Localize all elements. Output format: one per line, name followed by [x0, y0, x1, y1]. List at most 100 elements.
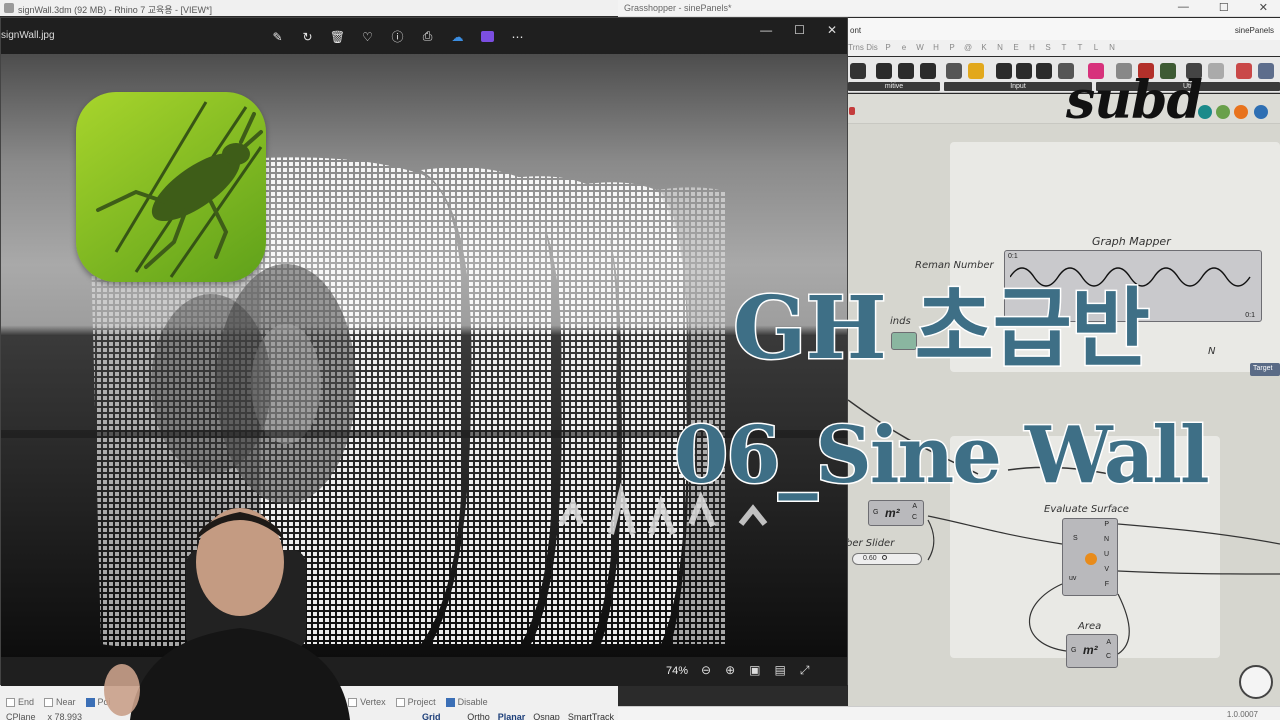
clipchamp-icon[interactable]	[479, 28, 496, 45]
graph-icon[interactable]	[968, 63, 984, 79]
tab-t2[interactable]: T	[1072, 40, 1088, 56]
tab-e[interactable]: e	[896, 40, 912, 56]
channel-brand: subd	[1066, 70, 1203, 131]
viewer-titlebar: signWall.jpg ✎ ↻ 🗑 ♡ ⓘ ⎙ ☁ ⋯ — ☐ ✕	[1, 18, 847, 54]
tab-display[interactable]: Dis	[864, 40, 880, 56]
grasshopper-title: Grasshopper - sinePanels*	[624, 3, 732, 13]
tab-p2[interactable]: P	[944, 40, 960, 56]
modeling-aids: Grid Snap Ortho Planar Osnap SmartTrack	[418, 711, 618, 720]
canvas-toolbar	[848, 94, 1280, 124]
tab-l[interactable]: L	[1088, 40, 1104, 56]
color-icon[interactable]	[1254, 105, 1268, 119]
ortho-button[interactable]: Ortho	[463, 711, 494, 720]
preview-icon[interactable]	[1258, 63, 1274, 79]
info-icon[interactable]: ⓘ	[389, 28, 406, 45]
zoom-in-icon[interactable]: ⊕	[725, 663, 735, 678]
target-node[interactable]: Target	[1250, 363, 1280, 376]
viewer-window-controls: — ☐ ✕	[760, 23, 837, 37]
osnap-near[interactable]: Near	[44, 697, 76, 707]
onedrive-icon[interactable]: ☁	[449, 28, 466, 45]
button-icon[interactable]	[1016, 63, 1032, 79]
tab-t[interactable]: T	[1056, 40, 1072, 56]
bake-icon[interactable]	[849, 107, 855, 115]
smarttrack-button[interactable]: SmartTrack	[564, 711, 618, 720]
tab-transform[interactable]: Trns	[848, 40, 864, 56]
primitive-icon[interactable]	[850, 63, 866, 79]
osnap-project[interactable]: Project	[395, 697, 436, 707]
maximize-icon[interactable]: ☐	[1219, 1, 1229, 14]
fit-screen-icon[interactable]: ▣	[749, 663, 760, 678]
viewer-maximize-icon[interactable]: ☐	[794, 23, 805, 37]
grasshopper-logo	[76, 92, 266, 282]
osnap-point-checkbox[interactable]	[85, 697, 95, 707]
tab-n2[interactable]: N	[1104, 40, 1120, 56]
tab-e2[interactable]: E	[1008, 40, 1024, 56]
number-slider[interactable]: 0.60	[852, 553, 922, 565]
grasshopper-menubar: ont sinePanels	[848, 18, 1280, 40]
component-toolbar: mitive Input Util	[848, 57, 1280, 93]
rhino-titlebar: signWall.3dm (92 MB) - Rhino 7 교육용 - [VI…	[0, 0, 618, 16]
osnap-vertex-label: Vertex	[360, 697, 386, 707]
more-icon[interactable]: ⋯	[509, 28, 526, 45]
osnap-disable[interactable]: Disable	[445, 697, 488, 707]
tab-w[interactable]: W	[912, 40, 928, 56]
tab-s[interactable]: S	[1040, 40, 1056, 56]
canvas-navigator-icon[interactable]	[1239, 665, 1273, 699]
x-coordinate: x 78.993	[47, 712, 83, 720]
grasshopper-titlebar: Grasshopper - sinePanels* — ☐ ✕	[618, 0, 1280, 17]
osnap-end-label: End	[18, 697, 35, 707]
menu-font[interactable]: ont	[850, 26, 861, 35]
osnap-near-checkbox[interactable]	[44, 697, 54, 707]
zoom-level: 74%	[666, 665, 689, 677]
toggle-icon[interactable]	[996, 63, 1012, 79]
planar-button[interactable]: Planar	[494, 711, 530, 720]
fullscreen-icon[interactable]: ⤢	[800, 663, 810, 678]
component-tabs: Trns Dis P e W H P @ K N E H S T T L N	[848, 40, 1280, 56]
minimize-icon[interactable]: —	[1178, 1, 1189, 14]
delete-icon[interactable]: 🗑	[329, 28, 346, 45]
zoom-out-icon[interactable]: ⊖	[701, 663, 711, 678]
slider-handle[interactable]	[881, 555, 887, 560]
viewer-minimize-icon[interactable]: —	[760, 23, 772, 37]
panel-icon[interactable]	[946, 63, 962, 79]
document-name[interactable]: sinePanels	[1235, 26, 1274, 35]
print-icon[interactable]: ⎙	[419, 28, 436, 45]
favorite-icon[interactable]: ♡	[359, 28, 376, 45]
close-icon[interactable]: ✕	[1259, 1, 1268, 14]
tab-at[interactable]: @	[960, 40, 976, 56]
shape-icon[interactable]	[920, 63, 936, 79]
rotate-icon[interactable]: ↻	[299, 28, 316, 45]
viewer-toolbar: ✎ ↻ 🗑 ♡ ⓘ ⎙ ☁ ⋯	[269, 28, 526, 45]
arrow-outline-icon[interactable]	[1208, 63, 1224, 79]
tab-n[interactable]: N	[992, 40, 1008, 56]
viewer-close-icon[interactable]: ✕	[827, 23, 837, 37]
osnap-project-checkbox[interactable]	[395, 697, 405, 707]
osnap-disable-label: Disable	[457, 697, 488, 707]
tab-p[interactable]: P	[880, 40, 896, 56]
cplane-label: CPlane	[6, 712, 36, 720]
actual-size-icon[interactable]: ▤	[774, 663, 785, 678]
grid-snap-button[interactable]: Grid Snap	[418, 711, 463, 720]
edit-icon[interactable]: ✎	[269, 28, 286, 45]
rhino-title: signWall.3dm (92 MB) - Rhino 7 교육용 - [VI…	[18, 5, 213, 15]
osnap-end[interactable]: End	[6, 697, 34, 707]
osnap-button[interactable]: Osnap	[529, 711, 564, 720]
wire-preview-icon[interactable]	[1216, 105, 1230, 119]
osnap-project-label: Project	[407, 697, 436, 707]
zoom-controls: ⊖ ⊕ ▣ ▤ ⤢	[701, 663, 809, 678]
osnap-disable-checkbox[interactable]	[445, 697, 455, 707]
viewer-filename: signWall.jpg	[1, 30, 55, 41]
tab-h2[interactable]: H	[1024, 40, 1040, 56]
tab-k[interactable]: K	[976, 40, 992, 56]
tab-h[interactable]: H	[928, 40, 944, 56]
video-subtitle: 06_Sine Wall	[673, 409, 1212, 503]
slider-icon[interactable]	[1036, 63, 1052, 79]
sphere-icon[interactable]	[1236, 63, 1252, 79]
selected-preview-icon[interactable]	[1234, 105, 1248, 119]
presenter-video	[104, 508, 350, 720]
osnap-end-checkbox[interactable]	[6, 697, 15, 707]
coordinate-readout: CPlane x 78.993	[6, 712, 82, 720]
grasshopper-statusbar: 1.0.0007	[618, 706, 1280, 720]
domain-icon[interactable]	[876, 63, 892, 79]
matrix-icon[interactable]	[898, 63, 914, 79]
